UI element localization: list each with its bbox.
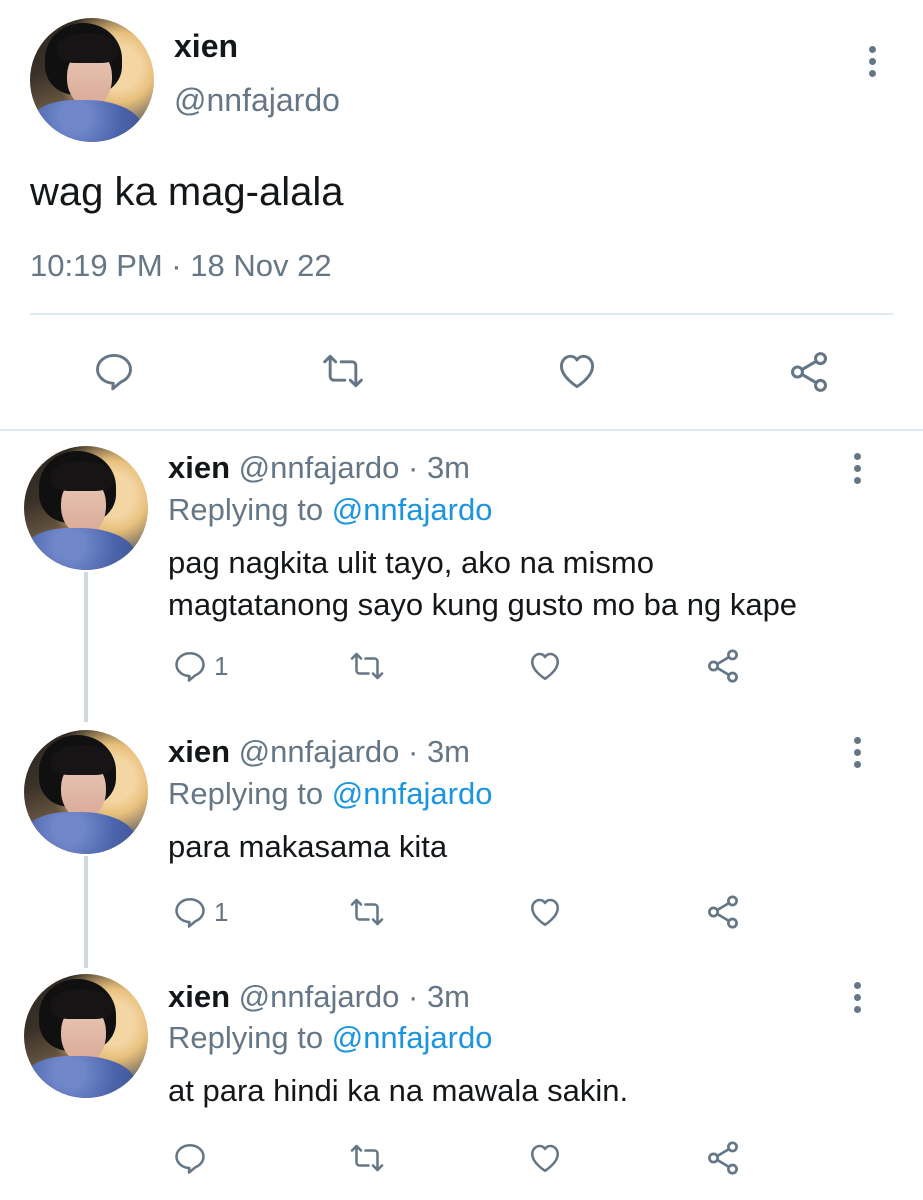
share-icon [708, 649, 738, 683]
share-button[interactable] [704, 893, 742, 931]
thread-connector [84, 572, 88, 722]
divider [30, 313, 893, 315]
author-handle[interactable]: @nnfajardo [174, 82, 340, 119]
replying-to-handle[interactable]: @nnfajardo [332, 776, 493, 811]
reply-text-line: para makasama kita [168, 829, 448, 864]
like-button[interactable] [526, 648, 564, 684]
like-button[interactable] [554, 349, 600, 393]
retweet-icon [350, 652, 384, 680]
avatar[interactable] [24, 730, 148, 854]
avatar[interactable] [24, 974, 148, 1098]
share-icon [708, 1141, 738, 1175]
reply-text: pag nagkita ulit tayo, ako na mismo magt… [168, 542, 797, 626]
like-button[interactable] [526, 1140, 564, 1176]
avatar-shirt [24, 1055, 136, 1098]
replying-to-label: Replying to [168, 1020, 324, 1055]
retweet-button[interactable] [348, 1140, 386, 1176]
avatar-shirt [30, 99, 142, 142]
author-name[interactable]: xien [168, 979, 230, 1014]
share-button[interactable] [704, 1139, 742, 1177]
reply-button[interactable]: 1 [172, 894, 228, 930]
reply-button[interactable]: 1 [172, 648, 228, 684]
retweet-icon [350, 1144, 384, 1172]
like-icon [530, 898, 560, 927]
author-name[interactable]: xien [174, 28, 238, 65]
reply-text-line: pag nagkita ulit tayo, ako na mismo [168, 545, 654, 580]
retweet-button[interactable] [348, 894, 386, 930]
reply-text-line: at para hindi ka na mawala sakin. [168, 1073, 629, 1108]
reply-icon [96, 353, 132, 391]
avatar-shirt [24, 811, 136, 854]
retweet-button[interactable] [320, 349, 366, 393]
handle-time[interactable]: @nnfajardo · 3m [239, 450, 470, 485]
author-name[interactable]: xien [168, 450, 230, 485]
share-button[interactable] [704, 647, 742, 685]
handle-time[interactable]: @nnfajardo · 3m [239, 979, 470, 1014]
share-icon [790, 352, 828, 392]
tweet-text: wag ka mag-alala [30, 170, 344, 214]
replying-to-label: Replying to [168, 492, 324, 527]
avatar-bangs [51, 988, 114, 1019]
retweet-icon [323, 354, 363, 388]
retweet-icon [350, 898, 384, 926]
thread-connector [84, 856, 88, 968]
avatar-bangs [57, 32, 120, 63]
handle-time[interactable]: @nnfajardo · 3m [239, 734, 470, 769]
author-name[interactable]: xien [168, 734, 230, 769]
reply-count: 1 [214, 896, 229, 927]
avatar[interactable] [24, 446, 148, 570]
replying-to-handle[interactable]: @nnfajardo [332, 492, 493, 527]
more-options-icon[interactable] [852, 453, 862, 489]
tweet-timestamp[interactable]: 10:19 PM · 18 Nov 22 [30, 248, 332, 284]
like-icon [530, 1144, 560, 1173]
reply-icon [175, 1143, 205, 1174]
replying-to-handle[interactable]: @nnfajardo [332, 1020, 493, 1055]
share-icon [708, 895, 738, 929]
share-button[interactable] [786, 349, 832, 395]
more-options-icon[interactable] [852, 737, 862, 773]
retweet-button[interactable] [348, 648, 386, 684]
reply-icon [175, 651, 205, 682]
reply-text: para makasama kita [168, 826, 447, 868]
divider [0, 429, 923, 431]
reply-button[interactable] [172, 1140, 214, 1176]
reply-count: 1 [214, 650, 229, 681]
avatar-bangs [51, 460, 114, 491]
more-options-icon[interactable] [852, 982, 862, 1018]
reply-text: at para hindi ka na mawala sakin. [168, 1070, 628, 1112]
reply-button[interactable] [92, 349, 136, 393]
like-icon [559, 354, 595, 389]
reply-icon [175, 897, 205, 928]
replying-to-label: Replying to [168, 776, 324, 811]
avatar[interactable] [30, 18, 154, 142]
avatar-shirt [24, 527, 136, 570]
more-options-icon[interactable] [867, 46, 877, 82]
like-icon [530, 652, 560, 681]
reply-text-line: magtatanong sayo kung gusto mo ba ng kap… [168, 587, 798, 622]
like-button[interactable] [526, 894, 564, 930]
avatar-bangs [51, 744, 114, 775]
